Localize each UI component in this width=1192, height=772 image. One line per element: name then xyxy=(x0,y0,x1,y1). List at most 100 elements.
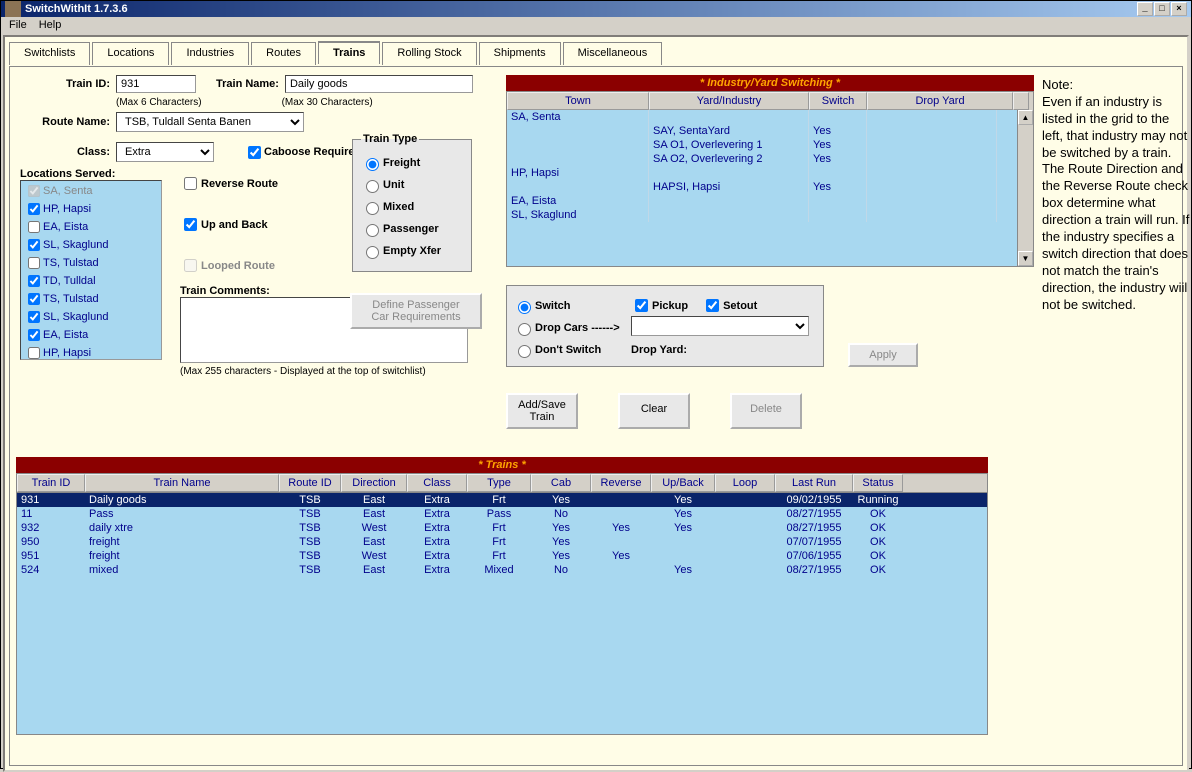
switching-row[interactable]: HP, Hapsi xyxy=(507,166,1033,180)
th-id[interactable]: Train ID xyxy=(17,474,85,492)
switching-grid: Town Yard/Industry Switch Drop Yard SA, … xyxy=(506,91,1034,267)
th-upback[interactable]: Up/Back xyxy=(651,474,715,492)
train-row[interactable]: 931Daily goodsTSBEastExtraFrtYesYes09/02… xyxy=(17,493,987,507)
drop-cars-radio[interactable] xyxy=(518,323,531,336)
tab-industries[interactable]: Industries xyxy=(171,42,249,65)
route-name-select[interactable]: TSB, Tuldall Senta Banen xyxy=(116,112,304,132)
train-id-input[interactable] xyxy=(116,75,196,93)
location-item[interactable]: TS, Tulstad xyxy=(22,290,160,308)
location-item[interactable]: TD, Tulldal xyxy=(22,272,160,290)
train-row[interactable]: 932daily xtreTSBWestExtraFrtYesYesYes08/… xyxy=(17,521,987,535)
clear-button[interactable]: Clear xyxy=(618,393,690,429)
location-item[interactable]: EA, Eista xyxy=(22,326,160,344)
switching-row[interactable]: SL, Skaglund xyxy=(507,208,1033,222)
add-save-train-button[interactable]: Add/Save Train xyxy=(506,393,578,429)
class-select[interactable]: Extra xyxy=(116,142,214,162)
reverse-route-checkbox[interactable] xyxy=(184,177,197,190)
train-row[interactable]: 950freightTSBEastExtraFrtYes07/07/1955OK xyxy=(17,535,987,549)
switching-scrollbar[interactable]: ▲ ▼ xyxy=(1017,110,1033,266)
location-label: SL, Skaglund xyxy=(43,239,108,251)
train-row[interactable]: 524mixedTSBEastExtraMixedNoYes08/27/1955… xyxy=(17,563,987,577)
th-route[interactable]: Route ID xyxy=(279,474,341,492)
th-status[interactable]: Status xyxy=(853,474,903,492)
location-item[interactable]: EA, Eista xyxy=(22,218,160,236)
th-dir[interactable]: Direction xyxy=(341,474,407,492)
train-type-freight-radio[interactable] xyxy=(366,158,379,171)
th-name[interactable]: Train Name xyxy=(85,474,279,492)
location-checkbox[interactable] xyxy=(28,329,40,341)
location-checkbox[interactable] xyxy=(28,257,40,269)
col-drop[interactable]: Drop Yard xyxy=(867,92,1013,110)
switching-row[interactable]: SA O1, Overlevering 1Yes xyxy=(507,138,1033,152)
location-item[interactable]: TS, Tulstad xyxy=(22,254,160,272)
location-checkbox[interactable] xyxy=(28,275,40,287)
th-loop[interactable]: Loop xyxy=(715,474,775,492)
train-row[interactable]: 951freightTSBWestExtraFrtYesYes07/06/195… xyxy=(17,549,987,563)
col-yard[interactable]: Yard/Industry xyxy=(649,92,809,110)
tab-miscellaneous[interactable]: Miscellaneous xyxy=(563,42,663,65)
th-rev[interactable]: Reverse xyxy=(591,474,651,492)
menu-help[interactable]: Help xyxy=(39,19,62,31)
th-cab[interactable]: Cab xyxy=(531,474,591,492)
train-type-unit-radio[interactable] xyxy=(366,180,379,193)
train-name-input[interactable] xyxy=(285,75,473,93)
train-type-empty-radio[interactable] xyxy=(366,246,379,259)
location-item[interactable]: SA, Senta xyxy=(22,182,160,200)
train-name-hint: (Max 30 Characters) xyxy=(282,97,373,108)
th-type[interactable]: Type xyxy=(467,474,531,492)
train-type-passenger-radio[interactable] xyxy=(366,224,379,237)
location-checkbox[interactable] xyxy=(28,185,40,197)
location-item[interactable]: HP, Hapsi xyxy=(22,344,160,360)
switching-row[interactable]: EA, Eista xyxy=(507,194,1033,208)
train-type-mixed-radio[interactable] xyxy=(366,202,379,215)
th-class[interactable]: Class xyxy=(407,474,467,492)
up-and-back-checkbox[interactable] xyxy=(184,218,197,231)
switching-row[interactable]: SA, Senta xyxy=(507,110,1033,124)
train-row[interactable]: 11PassTSBEastExtraPassNoYes08/27/1955OK xyxy=(17,507,987,521)
location-item[interactable]: SL, Skaglund xyxy=(22,308,160,326)
th-last[interactable]: Last Run xyxy=(775,474,853,492)
switching-row[interactable]: SAY, SentaYardYes xyxy=(507,124,1033,138)
drop-cars-select[interactable] xyxy=(631,316,809,336)
tab-rolling-stock[interactable]: Rolling Stock xyxy=(382,42,476,65)
train-type-passenger-label: Passenger xyxy=(383,223,439,235)
switching-row[interactable]: HAPSI, HapsiYes xyxy=(507,180,1033,194)
dont-switch-radio[interactable] xyxy=(518,345,531,358)
minimize-button[interactable]: _ xyxy=(1137,2,1153,16)
setout-checkbox[interactable] xyxy=(706,299,719,312)
pickup-checkbox[interactable] xyxy=(635,299,648,312)
location-checkbox[interactable] xyxy=(28,347,40,359)
location-item[interactable]: HP, Hapsi xyxy=(22,200,160,218)
location-label: TD, Tulldal xyxy=(43,275,96,287)
scroll-up-icon[interactable]: ▲ xyxy=(1018,110,1033,125)
location-checkbox[interactable] xyxy=(28,311,40,323)
tab-shipments[interactable]: Shipments xyxy=(479,42,561,65)
switching-row[interactable]: SA O2, Overlevering 2Yes xyxy=(507,152,1033,166)
trains-grid-body[interactable]: 931Daily goodsTSBEastExtraFrtYesYes09/02… xyxy=(16,493,988,735)
drop-cars-label: Drop Cars ------> xyxy=(535,322,620,334)
location-label: HP, Hapsi xyxy=(43,203,91,215)
switching-grid-body[interactable]: SA, SentaSAY, SentaYardYesSA O1, Overlev… xyxy=(507,110,1033,266)
maximize-button[interactable]: □ xyxy=(1154,2,1170,16)
menu-file[interactable]: File xyxy=(9,19,27,31)
location-checkbox[interactable] xyxy=(28,221,40,233)
scroll-down-icon[interactable]: ▼ xyxy=(1018,251,1033,266)
tab-trains[interactable]: Trains xyxy=(318,41,380,64)
col-switch[interactable]: Switch xyxy=(809,92,867,110)
note-heading: Note: xyxy=(1042,77,1190,94)
caboose-checkbox[interactable] xyxy=(248,146,261,159)
close-button[interactable]: × xyxy=(1171,2,1187,16)
tab-switchlists[interactable]: Switchlists xyxy=(9,42,90,65)
caboose-label: Caboose Required xyxy=(264,146,361,158)
locations-listbox[interactable]: SA, SentaHP, HapsiEA, EistaSL, SkaglundT… xyxy=(20,180,162,360)
location-label: TS, Tulstad xyxy=(43,257,99,269)
col-town[interactable]: Town xyxy=(507,92,649,110)
tab-locations[interactable]: Locations xyxy=(92,42,169,65)
tab-routes[interactable]: Routes xyxy=(251,42,316,65)
switch-radio[interactable] xyxy=(518,301,531,314)
location-item[interactable]: SL, Skaglund xyxy=(22,236,160,254)
train-type-unit-label: Unit xyxy=(383,179,404,191)
location-checkbox[interactable] xyxy=(28,239,40,251)
location-checkbox[interactable] xyxy=(28,203,40,215)
location-checkbox[interactable] xyxy=(28,293,40,305)
